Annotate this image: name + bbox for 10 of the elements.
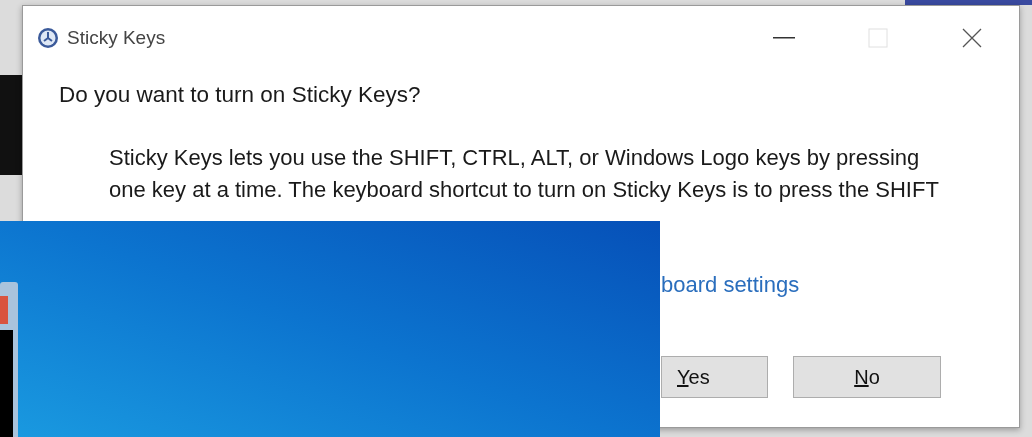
settings-link[interactable]: board settings (661, 272, 800, 298)
close-icon (962, 28, 982, 48)
minimize-icon (773, 37, 795, 39)
window-title: Sticky Keys (67, 27, 167, 49)
dialog-button[interactable]: No (793, 356, 941, 398)
maximize-icon (868, 28, 888, 48)
question-text: Do you want to turn on Sticky Keys? (59, 82, 422, 108)
accessibility-icon (37, 27, 59, 49)
description-text: Sticky Keys lets you use the SHIFT, CTRL, ALT, or Windows Logo keys by pressing one key at a time. The keyboard shortcut to turn on Sticky Keys is to press the SHIFT (109, 144, 940, 204)
dialog-button[interactable]: Yes (661, 356, 768, 398)
